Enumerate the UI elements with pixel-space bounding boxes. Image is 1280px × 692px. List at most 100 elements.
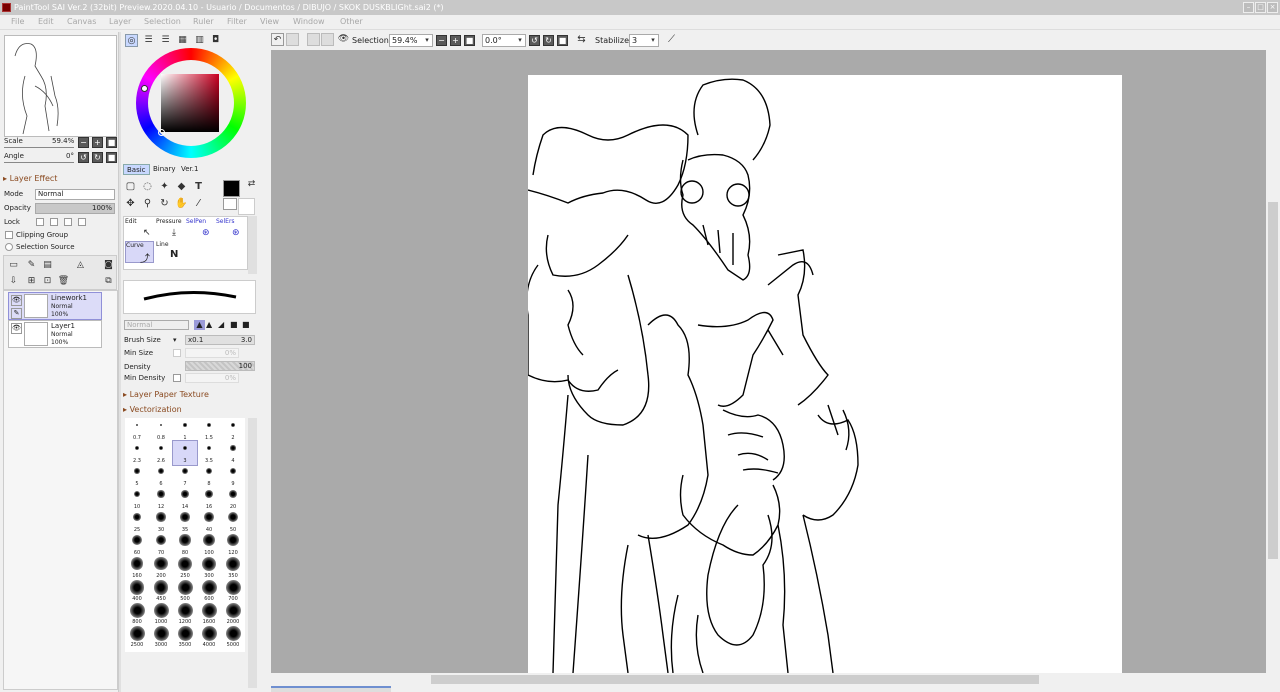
transparent-color-swatch[interactable]	[223, 198, 237, 210]
chevron-down-icon[interactable]: ▾	[422, 34, 432, 47]
brush-shape-1-icon[interactable]: ▲	[194, 320, 205, 330]
brush-size-cell[interactable]: 9	[221, 464, 245, 488]
brush-size-cell[interactable]: 2	[221, 418, 245, 442]
tool-selers[interactable]: SelErs ⊛	[216, 218, 245, 240]
tool-pressure[interactable]: Pressure ⤓	[156, 218, 185, 240]
zoom-reset-button[interactable]: ■	[106, 137, 117, 148]
brush-size-cell[interactable]: 1000	[149, 602, 173, 626]
brush-size-cell[interactable]: 10	[125, 487, 149, 511]
horizontal-scroll-thumb[interactable]	[431, 675, 1039, 684]
brush-shape-5-icon[interactable]: ■	[242, 320, 250, 329]
menu-ruler[interactable]: Ruler	[193, 17, 214, 26]
brush-size-cell[interactable]: 2500	[125, 625, 149, 649]
rect-select-icon[interactable]: ▢	[124, 180, 137, 193]
invert-selection-icon[interactable]	[321, 33, 334, 46]
horizontal-scrollbar[interactable]	[271, 673, 1266, 686]
scale-slider[interactable]	[4, 147, 74, 148]
magic-wand-icon[interactable]: ✦	[158, 180, 171, 193]
zoom-in-button[interactable]: +	[92, 137, 103, 148]
vertical-scroll-thumb[interactable]	[1268, 202, 1278, 559]
tools-scrollbar[interactable]	[248, 216, 257, 274]
menu-window[interactable]: Window	[293, 17, 325, 26]
hsv-sliders-icon[interactable]: ☰	[159, 34, 172, 47]
hue-marker[interactable]	[141, 85, 148, 92]
zoom-reset-button[interactable]: ■	[464, 35, 475, 46]
brush-size-cell[interactable]: 7	[173, 464, 197, 488]
brush-size-cell[interactable]: 300	[197, 556, 221, 580]
lock-opacity-checkbox[interactable]	[78, 218, 86, 226]
secondary-color-swatch[interactable]	[238, 198, 255, 215]
menu-other[interactable]: Other	[340, 17, 363, 26]
menu-file[interactable]: File	[11, 17, 24, 26]
drawing-canvas[interactable]	[528, 75, 1122, 673]
density-slider[interactable]: 100	[185, 361, 255, 371]
merge-down-icon[interactable]: ⊞	[25, 275, 38, 288]
layer-settings-icon[interactable]: ◬	[74, 259, 87, 272]
brush-size-cell[interactable]: 25	[125, 510, 149, 534]
brush-size-cell[interactable]: 1200	[173, 602, 197, 626]
chevron-down-icon[interactable]: ▾	[173, 336, 177, 344]
clipping-group-checkbox[interactable]	[5, 231, 13, 239]
clear-layer-icon[interactable]: ⊡	[41, 275, 54, 288]
new-linework-layer-icon[interactable]: ✎	[25, 259, 38, 272]
brush-size-cell[interactable]: 14	[173, 487, 197, 511]
lock-pixels-checkbox[interactable]	[36, 218, 44, 226]
lock-move-checkbox[interactable]	[64, 218, 72, 226]
layer-opacity-slider[interactable]: 100%	[35, 203, 115, 214]
lock-draw-checkbox[interactable]	[50, 218, 58, 226]
close-button[interactable]: ×	[1267, 2, 1278, 13]
brush-size-cell[interactable]: 12	[149, 487, 173, 511]
menu-layer[interactable]: Layer	[109, 17, 131, 26]
menu-canvas[interactable]: Canvas	[67, 17, 96, 26]
brush-size-cell[interactable]: 3500	[173, 625, 197, 649]
brush-size-cell[interactable]: 16	[197, 487, 221, 511]
brush-size-cell[interactable]: 500	[173, 579, 197, 603]
tool-edit[interactable]: Edit ↖	[125, 218, 154, 240]
brush-size-cell[interactable]: 35	[173, 510, 197, 534]
layer-select-icon[interactable]: ◆	[175, 180, 188, 193]
brush-size-cell[interactable]: 5	[125, 464, 149, 488]
min-density-checkbox[interactable]	[173, 374, 181, 382]
brush-size-cell[interactable]: 1600	[197, 602, 221, 626]
brush-size-cell[interactable]: 60	[125, 533, 149, 557]
brush-size-cell[interactable]: 4	[221, 441, 245, 465]
menu-edit[interactable]: Edit	[38, 17, 54, 26]
brush-size-cell[interactable]: 0.8	[149, 418, 173, 442]
primary-color-swatch[interactable]	[223, 180, 240, 197]
brush-size-cell[interactable]: 20	[221, 487, 245, 511]
flip-horizontal-icon[interactable]: ⇆	[575, 33, 588, 46]
sv-marker[interactable]	[158, 129, 165, 136]
text-tool-icon[interactable]: T	[192, 180, 205, 193]
vertical-scrollbar[interactable]	[1266, 50, 1280, 673]
saturation-value-square[interactable]	[161, 74, 219, 132]
eyedropper-icon[interactable]: ⁄	[192, 197, 205, 210]
min-size-slider[interactable]: 0%	[185, 348, 239, 358]
delete-layer-icon[interactable]: 🗑	[57, 275, 70, 288]
brush-size-cell[interactable]: 5000	[221, 625, 245, 649]
minimize-button[interactable]: –	[1243, 2, 1254, 13]
layer-row-linework1[interactable]: 👁 ✎ Linework1 Normal 100%	[8, 292, 102, 320]
tool-line[interactable]: Line N	[156, 241, 185, 263]
brush-size-slider[interactable]: x0.1 3.0	[185, 335, 255, 345]
eye-icon[interactable]: 👁	[337, 33, 350, 46]
color-wheel-icon[interactable]: ◎	[125, 34, 138, 47]
brush-size-cell[interactable]: 1.5	[197, 418, 221, 442]
brush-shape-picker[interactable]: ▲ ▲ ◢ ■ ■	[193, 320, 255, 330]
brush-size-cell[interactable]: 250	[173, 556, 197, 580]
move-icon[interactable]: ✥	[124, 197, 137, 210]
eye-icon[interactable]: 👁	[11, 323, 22, 334]
brush-shape-2-icon[interactable]: ▲	[206, 320, 212, 329]
zoom-icon[interactable]: ⚲	[141, 197, 154, 210]
brush-size-cell[interactable]: 2000	[221, 602, 245, 626]
document-tab[interactable]	[271, 686, 391, 692]
brush-size-cell[interactable]: 160	[125, 556, 149, 580]
brush-size-cell[interactable]: 80	[173, 533, 197, 557]
rotate-reset-button[interactable]: ■	[106, 152, 117, 163]
brush-size-cell[interactable]: 40	[197, 510, 221, 534]
rgb-sliders-icon[interactable]: ☰	[142, 34, 155, 47]
rotate-reset-button[interactable]: ■	[557, 35, 568, 46]
swap-colors-icon[interactable]: ⇄	[245, 178, 258, 191]
new-folder-icon[interactable]: ▤	[41, 259, 54, 272]
tab-basic[interactable]: Basic	[123, 164, 150, 175]
new-layer-icon[interactable]: ▭	[7, 259, 20, 272]
